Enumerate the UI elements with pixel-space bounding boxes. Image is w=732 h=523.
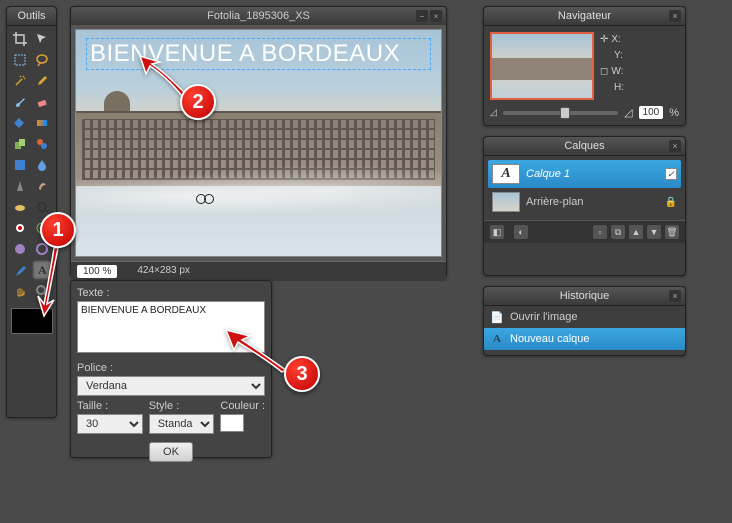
layer-settings-icon[interactable]: ◧: [490, 225, 504, 239]
close-icon[interactable]: ×: [669, 290, 681, 302]
duplicate-layer-icon[interactable]: ⧉: [611, 225, 625, 239]
canvas-dimensions: 424×283 px: [137, 265, 190, 278]
layer-thumbnail-icon: A: [492, 164, 520, 184]
style-select[interactable]: Standard: [149, 414, 215, 434]
canvas-window: Fotolia_1895306_XS − × BIENVENUE A BORDE…: [70, 6, 447, 278]
navigator-panel: Navigateur × ✛ X: Y: ◻ W: H: ◿ ◿ 100 %: [483, 6, 686, 126]
blur-tool-icon[interactable]: [32, 155, 52, 175]
replace-color-tool-icon[interactable]: [32, 134, 52, 154]
eraser-tool-icon[interactable]: [32, 92, 52, 112]
eyedropper-tool-icon[interactable]: [10, 260, 30, 280]
layer-item[interactable]: Arrière-plan 🔒: [488, 188, 681, 216]
move-tool-icon[interactable]: [32, 29, 52, 49]
layer-visibility-checkbox[interactable]: [665, 168, 677, 180]
zoom-out-icon[interactable]: ◿: [490, 107, 497, 118]
crosshair-icon: ✛: [600, 32, 608, 48]
texte-label: Texte :: [77, 287, 265, 299]
hand-tool-icon[interactable]: [10, 281, 30, 301]
navigator-info: ✛ X: Y: ◻ W: H:: [600, 32, 624, 100]
image-content: [76, 166, 441, 226]
canvas-title-bar[interactable]: Fotolia_1895306_XS − ×: [71, 7, 446, 25]
annotation-callout-3: 3: [284, 356, 320, 392]
zoom-in-icon[interactable]: ◿: [624, 106, 632, 119]
history-label: Nouveau calque: [510, 333, 590, 345]
annotation-callout-2: 2: [180, 84, 216, 120]
canvas-area[interactable]: BIENVENUE A BORDEAUX: [75, 29, 442, 257]
sponge-tool-icon[interactable]: [10, 197, 30, 217]
pencil-tool-icon[interactable]: [32, 71, 52, 91]
couleur-label: Couleur :: [220, 400, 265, 412]
taille-label: Taille :: [77, 400, 143, 412]
layer-thumbnail-icon: [492, 192, 520, 212]
smudge-tool-icon[interactable]: [32, 176, 52, 196]
minimize-window-icon[interactable]: −: [416, 10, 428, 22]
move-down-icon[interactable]: ▼: [647, 225, 661, 239]
layer-label: Calque 1: [526, 168, 570, 180]
bucket-tool-icon[interactable]: [10, 113, 30, 133]
close-icon[interactable]: ×: [669, 10, 681, 22]
text-color-swatch[interactable]: [220, 414, 244, 432]
tools-panel: Outils A: [6, 6, 57, 418]
history-title: Historique: [560, 290, 610, 302]
font-select[interactable]: Verdana: [77, 376, 265, 396]
sharpen-tool-icon[interactable]: [10, 176, 30, 196]
navigator-thumbnail[interactable]: [490, 32, 594, 100]
canvas-title: Fotolia_1895306_XS: [207, 10, 310, 22]
delete-layer-icon[interactable]: 🗑: [665, 225, 679, 239]
line-tool-icon[interactable]: [10, 155, 30, 175]
layer-label: Arrière-plan: [526, 196, 583, 208]
canvas-status-bar: 100 % 424×283 px: [71, 261, 446, 281]
new-layer-history-icon: A: [490, 332, 504, 346]
image-content: [104, 91, 130, 111]
open-image-icon: 📄: [490, 310, 504, 324]
annotation-callout-1: 1: [40, 212, 76, 248]
layer-mask-icon[interactable]: ◐: [514, 225, 528, 239]
annotation-arrow-1: [36, 244, 66, 318]
history-item[interactable]: 📄 Ouvrir l'image: [484, 306, 685, 328]
style-label: Style :: [149, 400, 215, 412]
bounds-icon: ◻: [600, 64, 608, 80]
gradient-tool-icon[interactable]: [32, 113, 52, 133]
move-up-icon[interactable]: ▲: [629, 225, 643, 239]
marquee-tool-icon[interactable]: [10, 50, 30, 70]
brush-tool-icon[interactable]: [10, 92, 30, 112]
new-layer-icon[interactable]: ▫: [593, 225, 607, 239]
image-content: [196, 182, 214, 204]
layers-panel: Calques × A Calque 1 Arrière-plan 🔒 ◧ ◐ …: [483, 136, 686, 276]
zoom-slider[interactable]: [503, 111, 618, 115]
nav-zoom-value[interactable]: 100: [639, 106, 664, 119]
layers-title: Calques: [564, 140, 604, 152]
nav-zoom-unit: %: [669, 107, 679, 119]
redeye-tool-icon[interactable]: [10, 218, 30, 238]
navigator-title: Navigateur: [558, 10, 611, 22]
bloat-tool-icon[interactable]: [10, 239, 30, 259]
history-item[interactable]: A Nouveau calque: [484, 328, 685, 350]
history-label: Ouvrir l'image: [510, 311, 578, 323]
layers-footer: ◧ ◐ ▫ ⧉ ▲ ▼ 🗑: [484, 220, 685, 243]
history-panel: Historique × 📄 Ouvrir l'image A Nouveau …: [483, 286, 686, 356]
annotation-arrow-3: [222, 326, 292, 376]
wand-tool-icon[interactable]: [10, 71, 30, 91]
lasso-tool-icon[interactable]: [32, 50, 52, 70]
close-window-icon[interactable]: ×: [430, 10, 442, 22]
canvas-zoom-value[interactable]: 100 %: [77, 265, 117, 278]
layer-lock-icon: 🔒: [665, 197, 677, 208]
close-icon[interactable]: ×: [669, 140, 681, 152]
tools-panel-title: Outils: [7, 7, 56, 26]
crop-tool-icon[interactable]: [10, 29, 30, 49]
clone-tool-icon[interactable]: [10, 134, 30, 154]
ok-button[interactable]: OK: [149, 442, 193, 462]
size-select[interactable]: 30: [77, 414, 143, 434]
layer-item[interactable]: A Calque 1: [488, 160, 681, 188]
